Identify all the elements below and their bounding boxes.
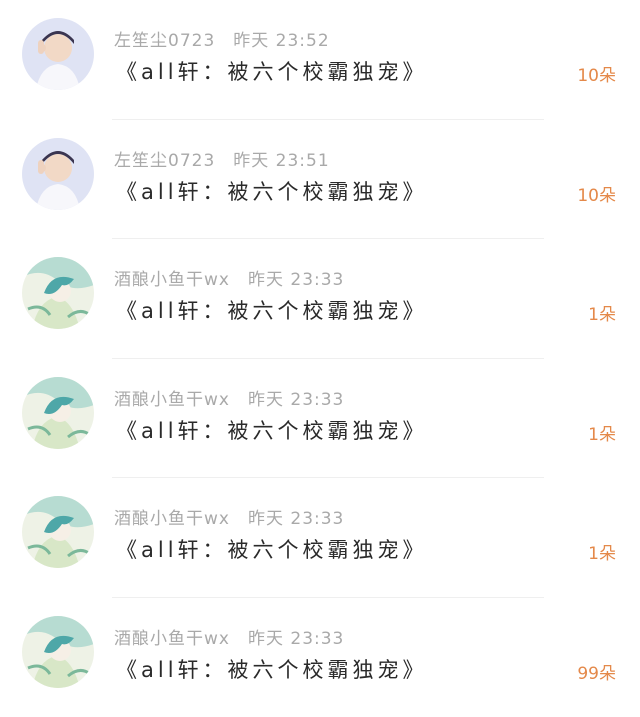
message-content: 《all轩：被六个校霸独宠》 [116, 295, 428, 325]
message-time: 昨天 23:33 [248, 509, 344, 529]
sender-name[interactable]: 酒酿小鱼干wx [114, 270, 230, 290]
message-meta: 酒酿小鱼干wx 昨天 23:33 [114, 265, 344, 290]
message-time: 昨天 23:52 [233, 31, 329, 51]
list-item[interactable]: 酒酿小鱼干wx 昨天 23:33 《all轩：被六个校霸独宠》 1朵 [0, 478, 640, 598]
gift-count: 10朵 [577, 61, 616, 86]
message-content: 《all轩：被六个校霸独宠》 [116, 534, 428, 564]
message-time: 昨天 23:33 [248, 629, 344, 649]
sender-name[interactable]: 酒酿小鱼干wx [114, 629, 230, 649]
message-meta: 左笙尘0723 昨天 23:52 [114, 26, 330, 51]
sender-name[interactable]: 酒酿小鱼干wx [114, 509, 230, 529]
list-item[interactable]: 酒酿小鱼干wx 昨天 23:33 《all轩：被六个校霸独宠》 1朵 [0, 359, 640, 479]
message-content: 《all轩：被六个校霸独宠》 [116, 654, 428, 684]
message-meta: 左笙尘0723 昨天 23:51 [114, 146, 330, 171]
list-item[interactable]: 左笙尘0723 昨天 23:52 《all轩：被六个校霸独宠》 10朵 [0, 0, 640, 120]
message-meta: 酒酿小鱼干wx 昨天 23:33 [114, 624, 344, 649]
message-meta: 酒酿小鱼干wx 昨天 23:33 [114, 504, 344, 529]
gift-count: 1朵 [588, 300, 616, 325]
anime-art-icon[interactable] [22, 257, 94, 329]
message-time: 昨天 23:33 [248, 270, 344, 290]
message-time: 昨天 23:51 [233, 151, 329, 171]
list-item[interactable]: 酒酿小鱼干wx 昨天 23:33 《all轩：被六个校霸独宠》 1朵 [0, 239, 640, 359]
sender-name[interactable]: 酒酿小鱼干wx [114, 390, 230, 410]
anime-art-icon[interactable] [22, 496, 94, 568]
message-content: 《all轩：被六个校霸独宠》 [116, 176, 428, 206]
list-item[interactable]: 左笙尘0723 昨天 23:51 《all轩：被六个校霸独宠》 10朵 [0, 120, 640, 240]
message-time: 昨天 23:33 [248, 390, 344, 410]
sender-name[interactable]: 左笙尘0723 [114, 151, 215, 171]
anime-art-icon[interactable] [22, 616, 94, 688]
anime-art-icon[interactable] [22, 377, 94, 449]
sender-name[interactable]: 左笙尘0723 [114, 31, 215, 51]
message-meta: 酒酿小鱼干wx 昨天 23:33 [114, 385, 344, 410]
gift-count: 10朵 [577, 181, 616, 206]
list-item[interactable]: 酒酿小鱼干wx 昨天 23:33 《all轩：被六个校霸独宠》 99朵 [0, 598, 640, 717]
gift-count: 99朵 [577, 659, 616, 684]
person-photo-icon[interactable] [22, 18, 94, 90]
gift-message-list: 左笙尘0723 昨天 23:52 《all轩：被六个校霸独宠》 10朵 左笙尘07… [0, 0, 640, 712]
message-content: 《all轩：被六个校霸独宠》 [116, 56, 428, 86]
message-content: 《all轩：被六个校霸独宠》 [116, 415, 428, 445]
person-photo-icon[interactable] [22, 138, 94, 210]
gift-count: 1朵 [588, 420, 616, 445]
gift-count: 1朵 [588, 539, 616, 564]
